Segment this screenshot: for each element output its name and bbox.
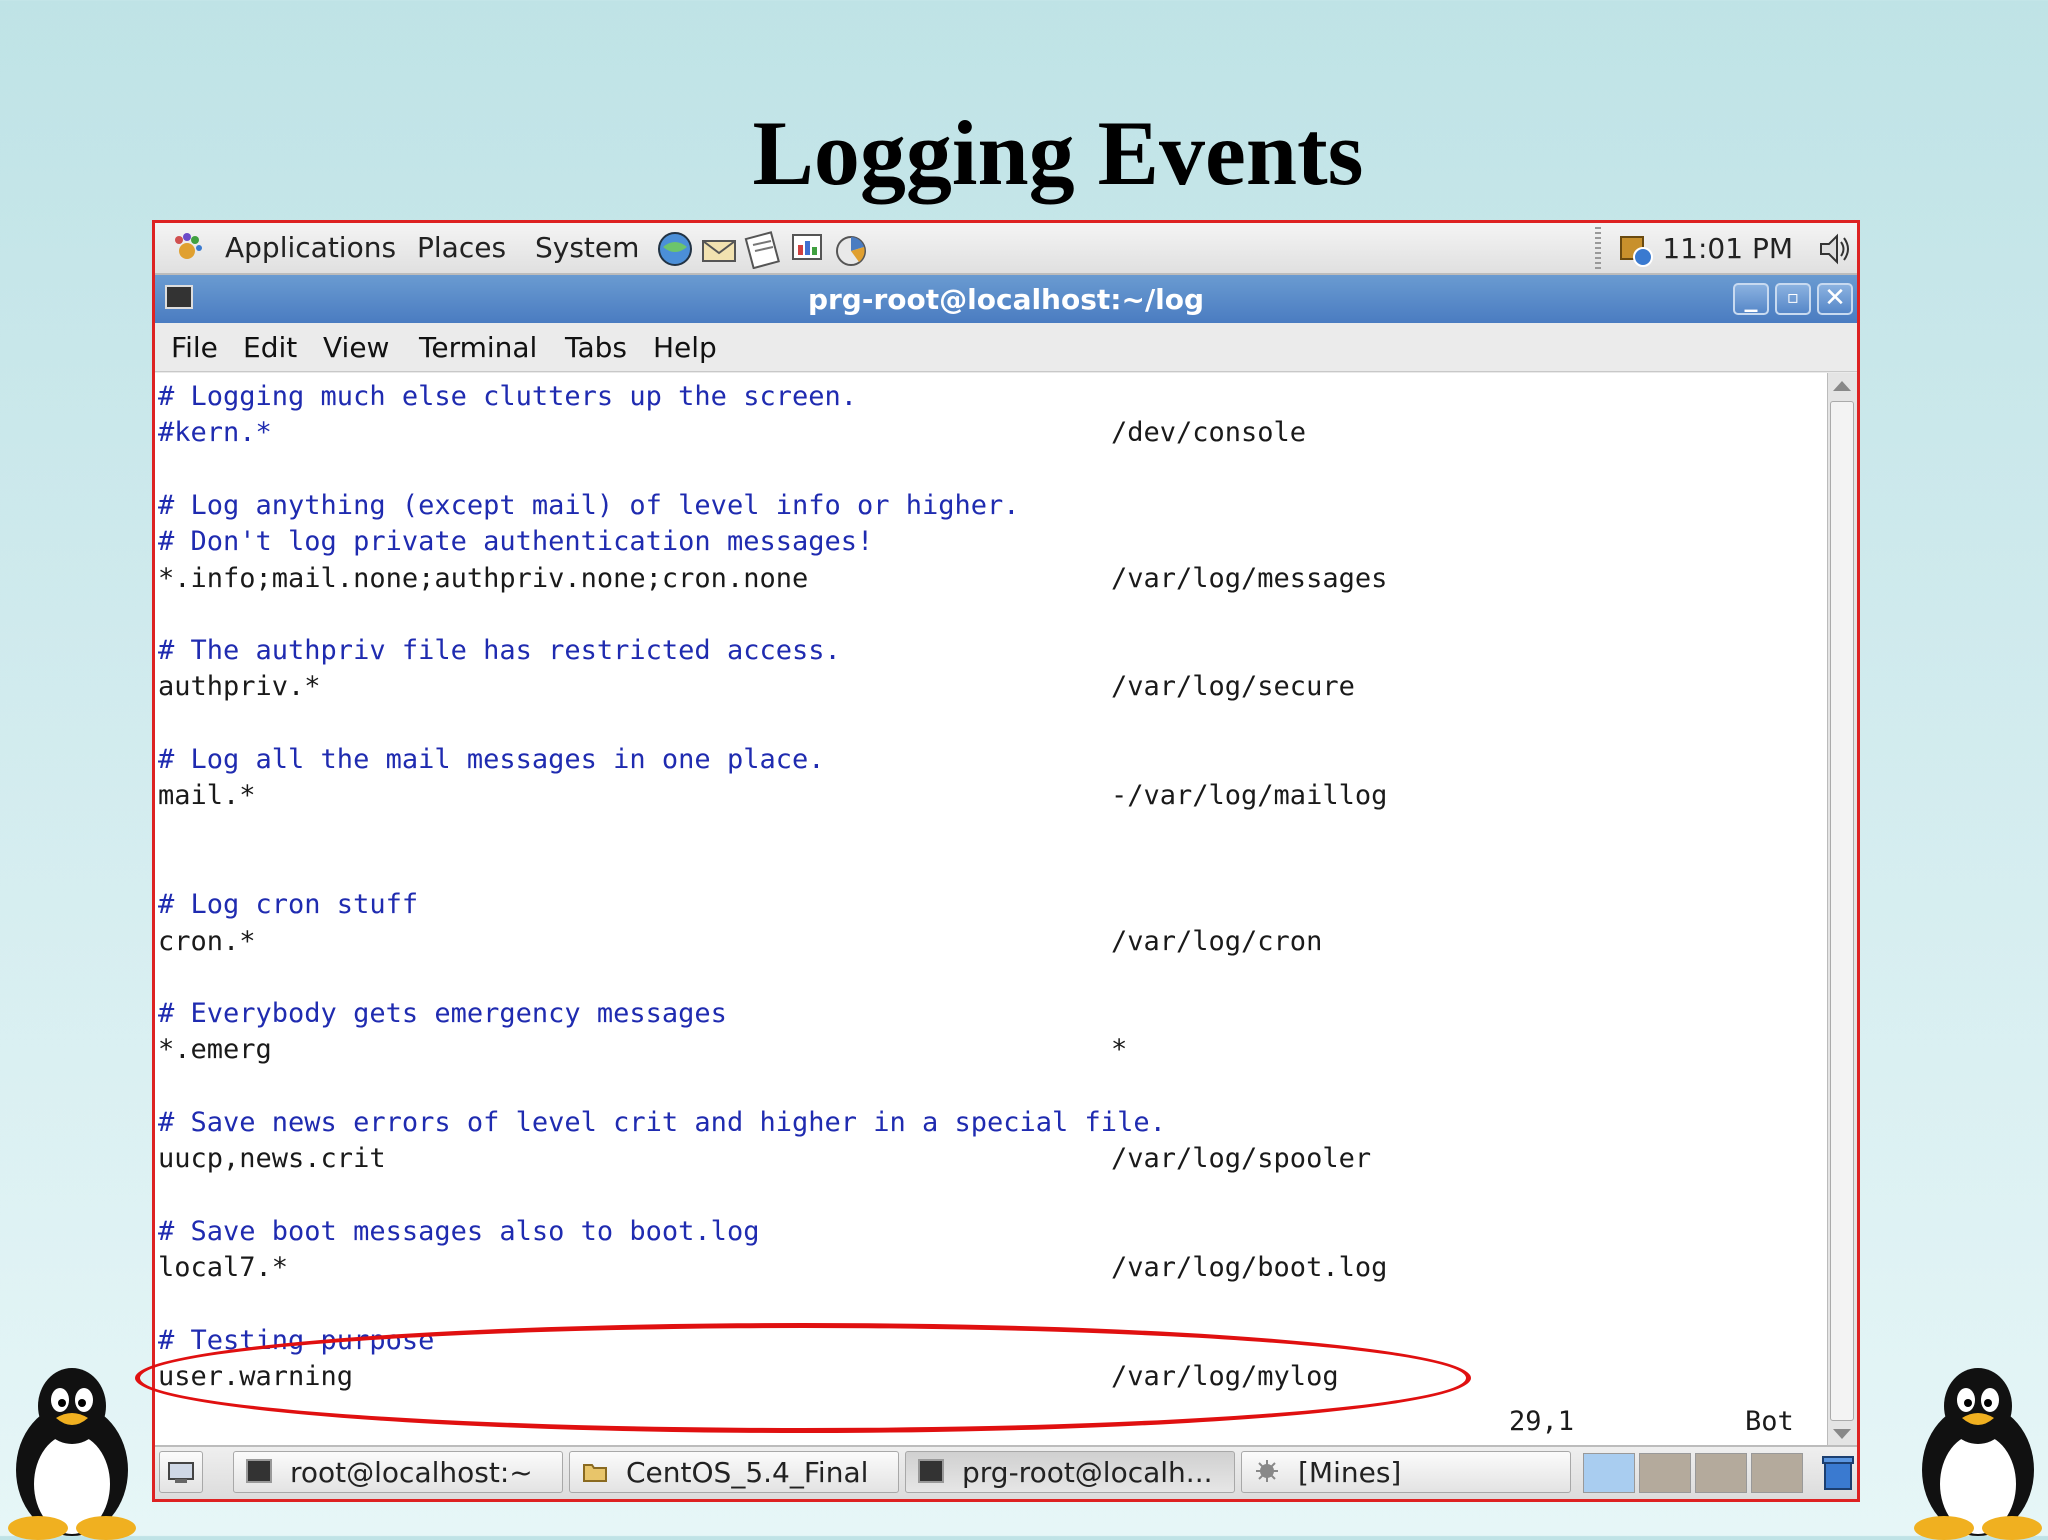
window-menubar: File Edit View Terminal Tabs Help <box>155 323 1857 372</box>
config-rule-destination: /var/log/spooler <box>1111 1143 1372 1175</box>
trash-icon[interactable] <box>1821 1455 1855 1491</box>
panel-clock[interactable]: 11:01 PM <box>1662 232 1793 265</box>
window-title: prg-root@localhost:~/log <box>807 283 1205 316</box>
task-label: root@localhost:~ <box>290 1456 533 1489</box>
top-panel: Applications Places System 11:01 PM <box>155 223 1857 275</box>
menu-applications[interactable]: Applications <box>225 231 396 264</box>
maximize-button[interactable]: ▫ <box>1775 283 1811 315</box>
scroll-up-arrow[interactable] <box>1833 381 1851 391</box>
workspace-2[interactable] <box>1639 1453 1691 1493</box>
config-comment-line: # Log all the mail messages in one place… <box>158 744 825 775</box>
highlight-ellipse <box>135 1323 1471 1433</box>
show-desktop-icon <box>168 1462 194 1483</box>
config-rule-destination: /var/log/boot.log <box>1111 1252 1388 1284</box>
tux-penguin-icon <box>1914 1368 2042 1540</box>
config-comment-line: # Log anything (except mail) of level in… <box>158 489 1020 521</box>
config-rule-selector: mail.* <box>158 780 256 812</box>
menu-help[interactable]: Help <box>653 331 717 364</box>
scroll-down-arrow[interactable] <box>1833 1429 1851 1439</box>
config-comment-line: # Everybody gets emergency messages <box>158 998 727 1030</box>
task-root-terminal[interactable]: root@localhost:~ <box>233 1451 563 1493</box>
task-label: prg-root@localh... <box>962 1456 1213 1489</box>
update-notifier-icon[interactable] <box>1615 229 1655 269</box>
scrollbar-thumb[interactable] <box>1830 401 1854 1421</box>
notes-icon[interactable] <box>743 229 783 269</box>
terminal-scrollbar[interactable] <box>1827 373 1857 1447</box>
workspace-4[interactable] <box>1751 1453 1803 1493</box>
config-comment-line: # Don't log private authentication messa… <box>158 526 874 558</box>
config-rule-destination: /var/log/cron <box>1111 925 1323 957</box>
task-label: [Mines] <box>1298 1456 1402 1489</box>
config-comment-line: # Logging much else clutters up the scre… <box>158 381 857 412</box>
menu-edit[interactable]: Edit <box>243 331 297 364</box>
menu-terminal[interactable]: Terminal <box>419 331 537 364</box>
slide-title: Logging Events <box>752 102 1364 204</box>
config-rule-selector: authpriv.* <box>158 671 321 703</box>
bottom-taskbar: root@localhost:~ CentOS_5.4_Final prg-ro… <box>155 1445 1857 1499</box>
config-comment-line: # Save news errors of level crit and hig… <box>158 1107 1166 1138</box>
presentation-icon[interactable] <box>787 229 827 269</box>
config-comment-line: # Log cron stuff <box>158 889 419 921</box>
browser-icon[interactable] <box>655 229 695 269</box>
show-desktop-button[interactable] <box>159 1451 203 1493</box>
config-rule-destination: /var/log/messages <box>1111 562 1388 594</box>
panel-separator <box>1595 227 1601 271</box>
menu-file[interactable]: File <box>171 331 218 364</box>
terminal-icon <box>246 1459 272 1483</box>
menu-view[interactable]: View <box>323 331 389 364</box>
minimize-button[interactable]: _ <box>1733 283 1769 315</box>
workspace-1[interactable] <box>1583 1453 1635 1493</box>
workspace-3[interactable] <box>1695 1453 1747 1493</box>
volume-icon[interactable] <box>1815 229 1855 269</box>
tux-penguin-icon <box>8 1368 136 1540</box>
menu-tabs[interactable]: Tabs <box>565 331 627 364</box>
config-rule-selector: cron.* <box>158 925 256 957</box>
mines-icon <box>1256 1460 1278 1482</box>
window-titlebar[interactable]: prg-root@localhost:~/log _ ▫ ✕ <box>155 275 1857 324</box>
config-rule-selector: *.info;mail.none;authpriv.none;cron.none <box>158 562 809 594</box>
menu-system[interactable]: System <box>535 231 639 264</box>
config-rule-destination: -/var/log/maillog <box>1111 780 1388 812</box>
task-label: CentOS_5.4_Final <box>626 1456 869 1489</box>
config-rule-selector: uucp,news.crit <box>158 1143 386 1175</box>
terminal-text-area[interactable]: 29,1 Bot # Logging much else clutters up… <box>155 373 1829 1447</box>
folder-icon <box>583 1464 607 1482</box>
config-rule-destination: * <box>1111 1034 1128 1066</box>
config-comment-line: #kern.* <box>158 417 272 449</box>
menu-places[interactable]: Places <box>417 231 506 264</box>
desktop-screenshot: Applications Places System 11:01 PM prg-… <box>152 220 1860 1502</box>
task-mines[interactable]: [Mines] <box>1241 1451 1571 1493</box>
config-rule-selector: *.emerg <box>158 1034 272 1066</box>
config-comment-line: # The authpriv file has restricted acces… <box>158 635 841 667</box>
task-prg-terminal[interactable]: prg-root@localh... <box>905 1451 1235 1493</box>
terminal-icon <box>918 1459 944 1483</box>
close-button[interactable]: ✕ <box>1817 283 1853 315</box>
config-rule-destination: /var/log/secure <box>1111 671 1355 703</box>
config-rule-destination: /dev/console <box>1111 417 1307 449</box>
tools-icon[interactable] <box>831 229 871 269</box>
task-centos-folder[interactable]: CentOS_5.4_Final <box>569 1451 899 1493</box>
scroll-indicator: Bot <box>1745 1406 1794 1437</box>
config-rule-selector: local7.* <box>158 1252 289 1284</box>
config-comment-line: # Save boot messages also to boot.log <box>158 1215 760 1247</box>
gnome-foot-icon[interactable] <box>169 231 205 267</box>
mail-icon[interactable] <box>699 229 739 269</box>
cursor-position: 29,1 <box>1509 1406 1575 1437</box>
